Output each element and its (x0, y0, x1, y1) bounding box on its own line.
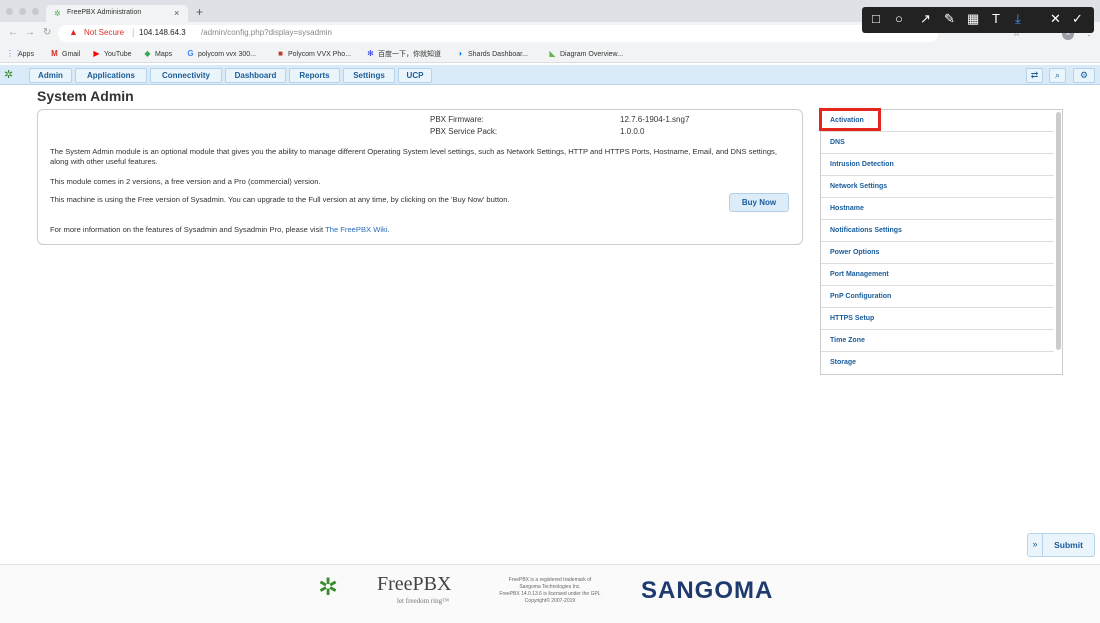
maps-icon: ◆ (144, 49, 151, 58)
menu-item-pnp-configuration[interactable]: PnP Configuration (821, 286, 1054, 308)
legal-line-2: Sangoma Technologies Inc. (519, 584, 581, 590)
expand-actions-button[interactable]: » (1028, 534, 1043, 556)
page-title: System Admin (37, 88, 134, 104)
mosaic-tool-icon[interactable]: ▦ (967, 11, 979, 27)
confirm-icon[interactable]: ✓ (1072, 11, 1083, 27)
url-input[interactable]: ▲ Not Secure | 104.148.64.3 /admin/confi… (58, 25, 938, 42)
nav-ucp[interactable]: UCP (398, 68, 432, 83)
submit-button[interactable]: Submit (1043, 534, 1094, 556)
youtube-icon: ▶ (93, 49, 100, 58)
free-version-text: This machine is using the Free version o… (50, 195, 510, 204)
gear-icon[interactable]: ⚙ (1073, 68, 1095, 83)
window-close-icon[interactable] (6, 8, 13, 15)
submit-group: » Submit (1027, 533, 1095, 557)
text-tool-icon[interactable]: T (992, 11, 1000, 26)
window-maximize-icon[interactable] (32, 8, 39, 15)
freepbx-favicon-icon: ✲ (54, 9, 61, 18)
window-minimize-icon[interactable] (19, 8, 26, 15)
cancel-icon[interactable]: ✕ (1050, 11, 1061, 27)
bookmark-baidu[interactable]: ✻ 百度一下，你就知道 (366, 49, 441, 59)
freepbx-tagline: let freedom ring™ (397, 597, 449, 605)
arrow-tool-icon[interactable]: ↗ (920, 11, 931, 27)
nav-settings[interactable]: Settings (343, 68, 395, 83)
bookmark-youtube[interactable]: ▶ YouTube (92, 49, 131, 58)
apps-grid-icon: ⋮⋮ (6, 49, 22, 58)
bookmark-apps[interactable]: ⋮⋮Apps (6, 49, 34, 58)
menu-item-https-setup[interactable]: HTTPS Setup (821, 308, 1054, 330)
freepbx-wiki-link[interactable]: The FreePBX Wiki (325, 225, 387, 234)
menu-item-dns[interactable]: DNS (821, 132, 1054, 154)
gmail-icon: M (51, 49, 58, 58)
annotation-toolbar: □ ○ ↗ ✎ ▦ T ⤓ ✕ ✓ (862, 7, 1094, 33)
url-path: /admin/config.php?display=sysadmin (201, 28, 332, 37)
legal-line-4: Copyright© 2007-2019 (524, 598, 576, 604)
firmware-value: 12.7.6-1904-1.sng7 (620, 115, 690, 124)
tab-close-icon[interactable]: × (174, 8, 179, 18)
reload-icon[interactable]: ↻ (43, 27, 51, 38)
bookmark-shards[interactable]: ◗ Shards Dashboar... (456, 49, 528, 58)
bookmark-polycom-phone[interactable]: ■ Polycom VVX Pho... (276, 49, 351, 58)
freepbx-logo-icon[interactable]: ✲ (4, 68, 13, 81)
ellipse-tool-icon[interactable]: ○ (895, 11, 903, 26)
sysadmin-info-panel: PBX Firmware: 12.7.6-1904-1.sng7 PBX Ser… (37, 109, 803, 245)
menu-item-intrusion-detection[interactable]: Intrusion Detection (821, 154, 1054, 176)
not-secure-label: Not Secure (84, 28, 125, 37)
language-icon[interactable]: ⇄ (1026, 68, 1043, 83)
forward-arrow-icon[interactable]: → (25, 27, 35, 38)
app-nav-bar: ✲ Admin Applications Connectivity Dashbo… (0, 65, 1100, 85)
menu-item-network-settings[interactable]: Network Settings (821, 176, 1054, 198)
buy-now-button[interactable]: Buy Now (729, 193, 789, 212)
nav-admin[interactable]: Admin (29, 68, 72, 83)
menu-item-power-options[interactable]: Power Options (821, 242, 1054, 264)
activation-highlight-box (819, 108, 881, 131)
sysadmin-menu: Activation DNS Intrusion Detection Netwo… (820, 109, 1063, 375)
freepbx-logo-text[interactable]: FreePBX (377, 573, 451, 596)
bookmark-gmail[interactable]: M Gmail (50, 49, 80, 58)
nav-dashboard[interactable]: Dashboard (225, 68, 286, 83)
footer: ✲ FreePBX let freedom ring™ FreePBX is a… (0, 564, 1100, 623)
bookmark-maps[interactable]: ◆ Maps (143, 49, 172, 58)
google-icon: G (187, 49, 194, 58)
nav-reports[interactable]: Reports (289, 68, 340, 83)
bookmark-polycom-search[interactable]: Gpolycom vvx 300... (186, 49, 256, 58)
new-tab-button[interactable]: + (196, 5, 203, 19)
search-icon[interactable]: ⌕ (1049, 68, 1066, 83)
tab-title: FreePBX Administration (67, 9, 142, 16)
download-icon[interactable]: ⤓ (1015, 11, 1021, 27)
warning-triangle-icon: ▲ (69, 27, 78, 37)
sangoma-logo-text[interactable]: SANGOMA (641, 577, 773, 605)
menu-item-port-management[interactable]: Port Management (821, 264, 1054, 286)
pen-tool-icon[interactable]: ✎ (944, 11, 955, 27)
shards-icon: ◗ (458, 49, 463, 58)
url-host: 104.148.64.3 (139, 28, 186, 37)
nav-applications[interactable]: Applications (75, 68, 147, 83)
firmware-label: PBX Firmware: (430, 115, 484, 124)
freepbx-frog-icon: ✲ (318, 574, 339, 601)
polycom-icon: ■ (278, 49, 283, 58)
module-description: The System Admin module is an optional m… (50, 147, 777, 166)
back-arrow-icon[interactable]: ← (8, 27, 18, 38)
browser-tab[interactable]: ✲ FreePBX Administration × (46, 5, 188, 22)
legal-line-3: FreePBX 14.0.13.6 is licensed under the … (499, 591, 601, 597)
url-separator: | (132, 27, 135, 37)
nav-connectivity[interactable]: Connectivity (150, 68, 222, 83)
menu-item-time-zone[interactable]: Time Zone (821, 330, 1054, 352)
legal-line-1: FreePBX is a registered trademark of (508, 577, 592, 583)
menu-item-hostname[interactable]: Hostname (821, 198, 1054, 220)
diagram-icon: ◣ (549, 49, 556, 58)
menu-item-storage[interactable]: Storage (821, 352, 1054, 374)
more-info-text: For more information on the features of … (50, 225, 390, 234)
bookmarks-bar: ⋮⋮Apps M Gmail ▶ YouTube ◆ Maps Gpolycom vv… (0, 45, 1100, 63)
service-pack-value: 1.0.0.0 (620, 127, 645, 136)
rectangle-tool-icon[interactable]: □ (872, 11, 880, 26)
module-versions-text: This module comes in 2 versions, a free … (50, 177, 321, 186)
baidu-icon: ✻ (367, 49, 374, 58)
menu-item-notifications-settings[interactable]: Notifications Settings (821, 220, 1054, 242)
service-pack-label: PBX Service Pack: (430, 127, 498, 136)
menu-scrollbar[interactable] (1056, 112, 1061, 350)
bookmark-diagram[interactable]: ◣ Diagram Overview... (548, 49, 623, 58)
